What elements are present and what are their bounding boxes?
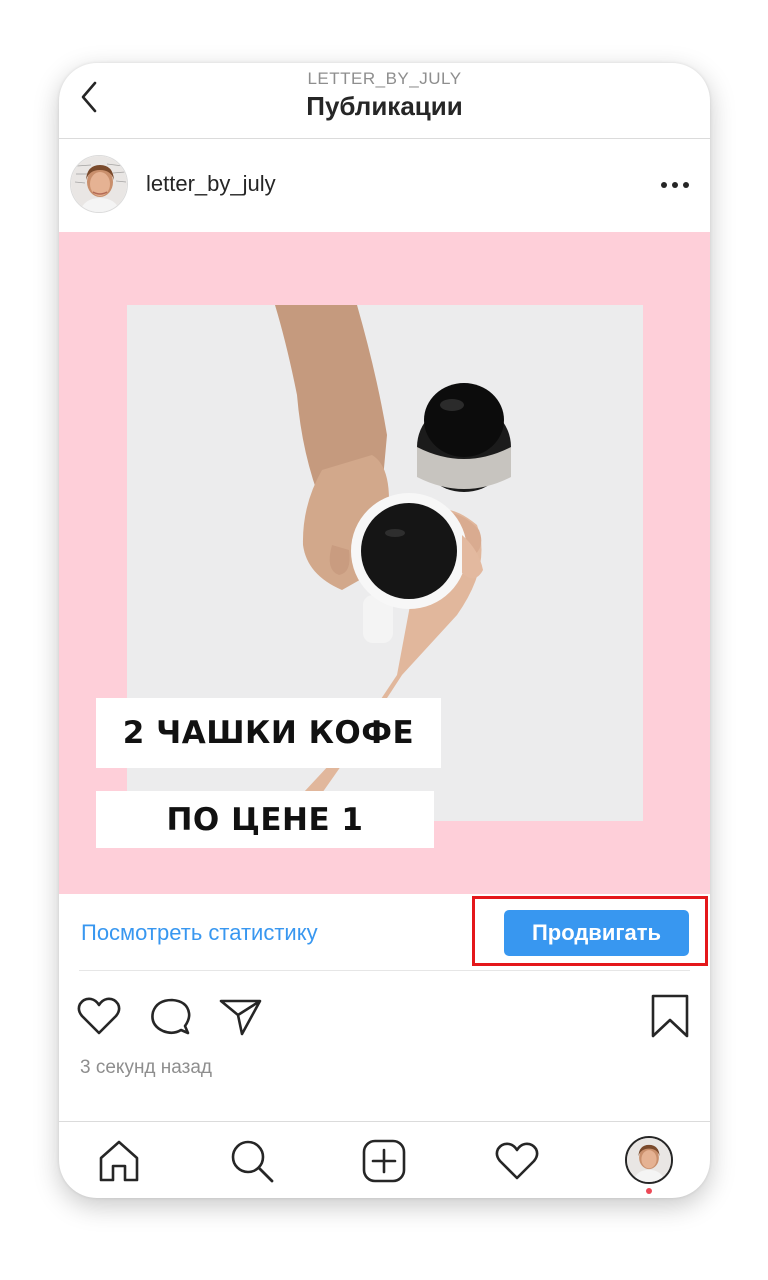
post-timestamp: 3 секунд назад: [80, 1057, 213, 1078]
notification-dot: [646, 1188, 652, 1194]
phone-frame: LETTER_BY_JULY Публикации letter_by_july: [59, 63, 710, 1198]
save-button[interactable]: [647, 993, 693, 1039]
account-name-subtitle: LETTER_BY_JULY: [307, 69, 462, 88]
nav-home[interactable]: [96, 1138, 142, 1184]
comment-button[interactable]: [147, 993, 193, 1039]
share-icon: [219, 999, 262, 1036]
ellipsis-icon: [661, 182, 689, 188]
top-bar: LETTER_BY_JULY Публикации: [59, 63, 710, 139]
caption-line-2: ПО ЦЕНЕ 1: [96, 791, 434, 848]
search-icon: [231, 1140, 274, 1183]
share-button[interactable]: [217, 993, 263, 1039]
view-insights-link[interactable]: Посмотреть статистику: [81, 920, 318, 946]
comment-icon: [151, 998, 191, 1035]
promote-button[interactable]: Продвигать: [504, 910, 689, 956]
more-options-button[interactable]: [655, 167, 695, 203]
nav-search[interactable]: [229, 1138, 275, 1184]
home-icon: [99, 1140, 139, 1182]
heart-icon: [77, 997, 121, 1035]
avatar[interactable]: [70, 155, 128, 213]
bottom-navigation: [59, 1121, 710, 1198]
bookmark-icon: [651, 994, 689, 1038]
activity-heart-icon: [495, 1142, 539, 1180]
nav-activity[interactable]: [494, 1138, 540, 1184]
post-username[interactable]: letter_by_july: [146, 171, 276, 197]
add-post-icon: [362, 1139, 406, 1183]
nav-new-post[interactable]: [361, 1138, 407, 1184]
page-title: Публикации: [306, 91, 463, 121]
post-image[interactable]: 2 ЧАШКИ КОФЕ ПО ЦЕНЕ 1: [59, 232, 710, 894]
nav-profile-avatar[interactable]: [625, 1136, 673, 1184]
post-header: letter_by_july: [59, 139, 710, 231]
like-button[interactable]: [76, 993, 122, 1039]
caption-line-1: 2 ЧАШКИ КОФЕ: [96, 698, 441, 768]
